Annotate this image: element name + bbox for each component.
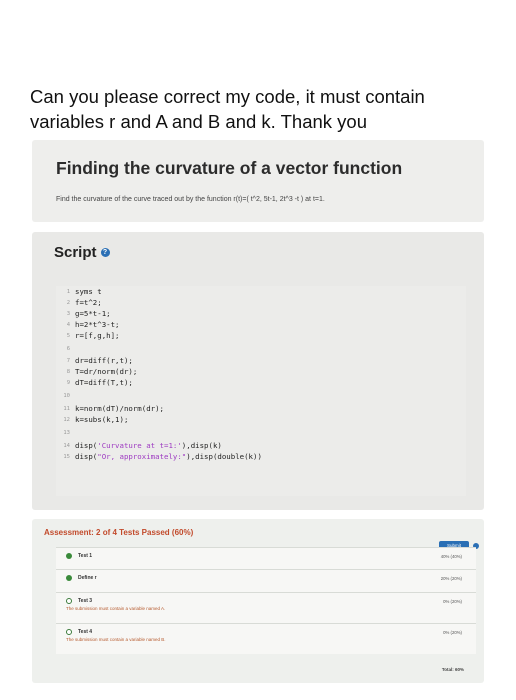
total-score: Total: 60% — [441, 667, 464, 672]
code-line[interactable]: 10 — [56, 390, 75, 401]
code-line[interactable]: 4 h=2*t^3-t; — [56, 319, 120, 330]
line-number: 12 — [63, 416, 70, 423]
test-name: Test 3 — [78, 598, 93, 604]
question-circle-icon[interactable]: ? — [100, 248, 110, 257]
script-title: Script — [54, 244, 97, 261]
code-line[interactable]: 1 syms t — [56, 286, 102, 297]
script-panel: Script ? 1 syms t 2 f=t^2; 3 g=5*t-1; 4 h=2*t^3… — [32, 232, 484, 510]
code-text: k=norm(dT)/norm(dr); — [75, 404, 164, 413]
test-message: The submission must contain a variable n… — [66, 606, 166, 611]
code-text: T=dr/norm(dr); — [75, 367, 138, 376]
line-number: 1 — [66, 288, 70, 295]
code-line[interactable]: 14 disp('Curvature at t=1:'),disp(k) — [56, 440, 222, 451]
test-name: Test 1 — [78, 553, 93, 559]
code-text: dr=diff(r,t); — [75, 356, 133, 365]
test-name: Test 4 — [78, 629, 93, 635]
code-line[interactable]: 12 k=subs(k,1); — [56, 414, 128, 425]
line-number: 2 — [66, 299, 70, 306]
code-text: h=2*t^3-t; — [75, 320, 120, 329]
test-score: 40% (40%) — [440, 554, 462, 559]
code-text: g=5*t-1; — [75, 309, 111, 318]
problem-title: Finding the curvature of a vector functi… — [56, 158, 403, 178]
code-line[interactable]: 3 g=5*t-1; — [56, 308, 111, 319]
line-number: 15 — [63, 453, 70, 460]
assessment-header: Assessment: 2 of 4 Tests Passed (60%) — [44, 528, 194, 537]
line-number: 6 — [66, 345, 70, 352]
line-number: 11 — [63, 405, 70, 412]
code-text: f=t^2; — [75, 298, 102, 307]
problem-panel: Finding the curvature of a vector functi… — [32, 140, 484, 222]
assessment-panel: Assessment: 2 of 4 Tests Passed (60%) Su… — [32, 519, 484, 683]
line-number: 10 — [63, 392, 70, 399]
line-number: 5 — [66, 332, 70, 339]
code-text: disp('Curvature at t=1:'),disp(k) — [75, 441, 222, 450]
line-number: 4 — [66, 321, 70, 328]
circle-outline-icon — [66, 629, 72, 635]
code-editor[interactable]: 1 syms t 2 f=t^2; 3 g=5*t-1; 4 h=2*t^3-t; 5 r=[f,… — [56, 286, 466, 496]
test-row[interactable]: Test 4 The submission must contain a vari… — [56, 623, 476, 654]
line-number: 14 — [63, 442, 70, 449]
check-circle-icon — [66, 553, 72, 559]
test-score: 0% (20%) — [443, 599, 462, 604]
test-row[interactable]: Define r 20% (20%) — [56, 569, 476, 592]
code-text: dT=diff(T,t); — [75, 378, 133, 387]
test-row[interactable]: Test 1 40% (40%) — [56, 547, 476, 569]
code-text: syms t — [75, 287, 102, 296]
test-score: 20% (20%) — [440, 576, 462, 581]
question-text: Can you please correct my code, it must … — [30, 86, 425, 132]
test-score: 0% (20%) — [443, 630, 462, 635]
code-text: r=[f,g,h]; — [75, 331, 120, 340]
line-number: 7 — [66, 357, 70, 364]
test-name: Define r — [78, 575, 97, 581]
string-literal: 'Curvature at t=1:' — [97, 441, 182, 450]
circle-outline-icon — [66, 598, 72, 604]
line-number: 9 — [66, 379, 70, 386]
code-line[interactable]: 6 — [56, 343, 75, 354]
check-circle-icon — [66, 575, 72, 581]
test-row[interactable]: Test 3 The submission must contain a vari… — [56, 592, 476, 623]
test-message: The submission must contain a variable n… — [66, 637, 166, 642]
line-number: 8 — [66, 368, 70, 375]
code-line[interactable]: 8 T=dr/norm(dr); — [56, 366, 138, 377]
script-header: Script ? — [54, 244, 110, 261]
line-number: 13 — [63, 429, 70, 436]
code-line[interactable]: 9 dT=diff(T,t); — [56, 377, 133, 388]
string-literal: "Or, approximately:" — [97, 452, 187, 461]
code-line[interactable]: 2 f=t^2; — [56, 297, 102, 308]
code-text: k=subs(k,1); — [75, 415, 129, 424]
code-line[interactable]: 11 k=norm(dT)/norm(dr); — [56, 403, 164, 414]
code-line[interactable]: 5 r=[f,g,h]; — [56, 330, 120, 341]
code-line[interactable]: 7 dr=diff(r,t); — [56, 355, 133, 366]
code-line[interactable]: 13 — [56, 427, 75, 438]
line-number: 3 — [66, 310, 70, 317]
problem-description: Find the curvature of the curve traced o… — [56, 196, 325, 203]
code-line[interactable]: 15 disp("Or, approximately:"),disp(double… — [56, 451, 262, 462]
code-text: disp("Or, approximately:"),disp(double(k… — [75, 452, 262, 461]
